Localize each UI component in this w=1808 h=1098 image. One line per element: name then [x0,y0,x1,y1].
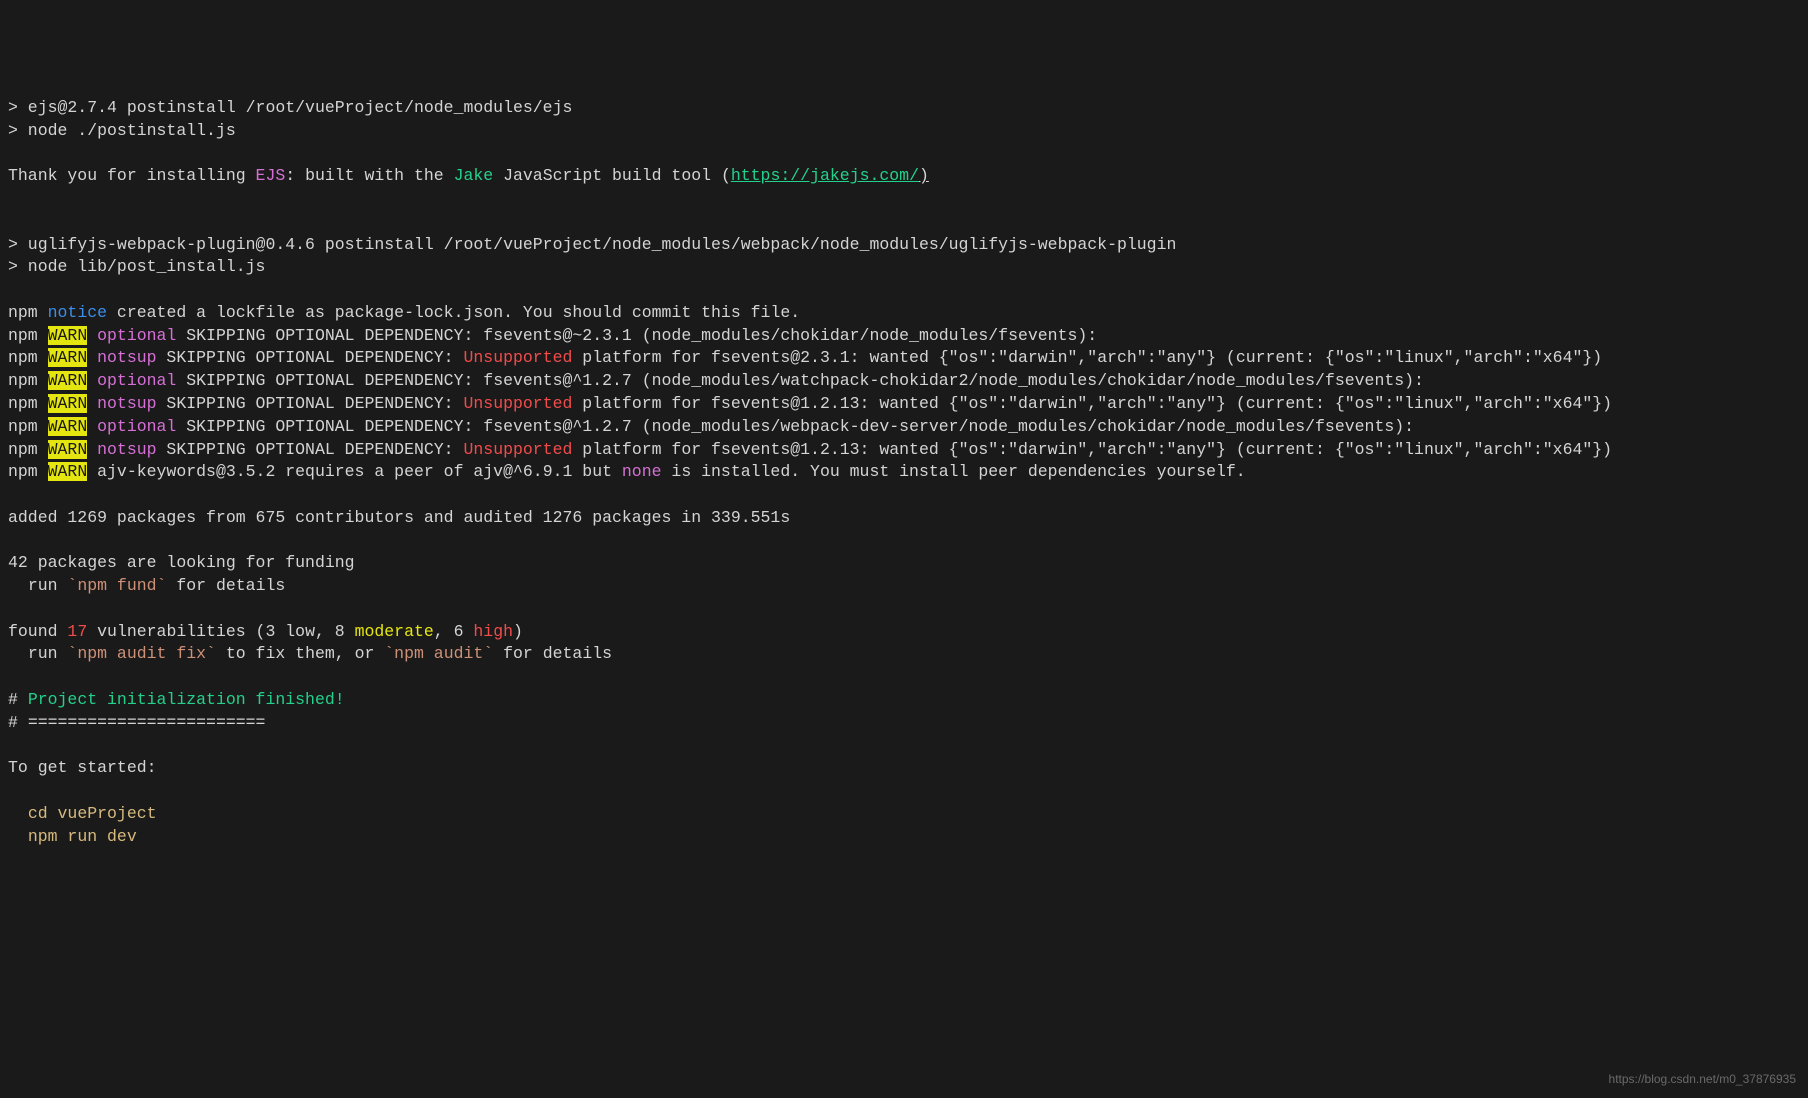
npm-warn-line-7: npm WARN ajv-keywords@3.5.2 requires a p… [8,462,1246,481]
get-started-line: To get started: [8,758,157,777]
uglify-postinstall-cmd: > node lib/post_install.js [8,257,265,276]
added-packages-line: added 1269 packages from 675 contributor… [8,508,790,527]
warn-badge: WARN [48,462,88,481]
vuln-high: high [473,622,513,641]
cmd-cd: cd vueProject [8,804,157,823]
npm-warn-line-2: npm WARN notsup SKIPPING OPTIONAL DEPEND… [8,348,1602,367]
warn-badge: WARN [48,371,88,390]
project-init-line: # Project initialization finished! [8,690,345,709]
postinstall-cmd: > node ./postinstall.js [8,121,236,140]
unsupported-label: Unsupported [463,440,572,459]
vuln-moderate: moderate [355,622,434,641]
unsupported-label: Unsupported [463,394,572,413]
warn-badge: WARN [48,326,88,345]
npm-audit-fix-cmd: `npm audit fix` [67,644,216,663]
npm-warn-line-3: npm WARN optional SKIPPING OPTIONAL DEPE… [8,371,1424,390]
none-label: none [622,462,662,481]
project-init-msg: Project initialization finished! [28,690,345,709]
separator-line: # ======================== [8,713,265,732]
audit-line: run `npm audit fix` to fix them, or `npm… [8,644,612,663]
npm-fund-cmd: `npm fund` [67,576,166,595]
watermark: https://blog.csdn.net/m0_37876935 [1609,1071,1796,1088]
cmd-npm-run-dev: npm run dev [8,827,137,846]
warn-badge: WARN [48,417,88,436]
vulnerabilities-line: found 17 vulnerabilities (3 low, 8 moder… [8,622,523,641]
npm-notice-line: npm notice created a lockfile as package… [8,303,800,322]
jake-url-link[interactable]: https://jakejs.com/ [731,166,919,185]
postinstall-line: > ejs@2.7.4 postinstall /root/vueProject… [8,98,572,117]
npm-warn-line-1: npm WARN optional SKIPPING OPTIONAL DEPE… [8,326,1097,345]
unsupported-label: Unsupported [463,348,572,367]
terminal-output: > ejs@2.7.4 postinstall /root/vueProject… [8,97,1800,848]
warn-badge: WARN [48,348,88,367]
npm-warn-line-6: npm WARN notsup SKIPPING OPTIONAL DEPEND… [8,440,1612,459]
npm-warn-line-5: npm WARN optional SKIPPING OPTIONAL DEPE… [8,417,1414,436]
funding-line-1: 42 packages are looking for funding [8,553,355,572]
vuln-count: 17 [67,622,87,641]
warn-badge: WARN [48,440,88,459]
uglify-postinstall-line: > uglifyjs-webpack-plugin@0.4.6 postinst… [8,235,1176,254]
ejs-label: EJS [256,166,286,185]
notice-tag: notice [48,303,107,322]
funding-line-2: run `npm fund` for details [8,576,285,595]
jake-label: Jake [454,166,494,185]
npm-warn-line-4: npm WARN notsup SKIPPING OPTIONAL DEPEND… [8,394,1612,413]
npm-audit-cmd: `npm audit` [384,644,493,663]
thank-you-line: Thank you for installing EJS: built with… [8,166,929,185]
warn-badge: WARN [48,394,88,413]
